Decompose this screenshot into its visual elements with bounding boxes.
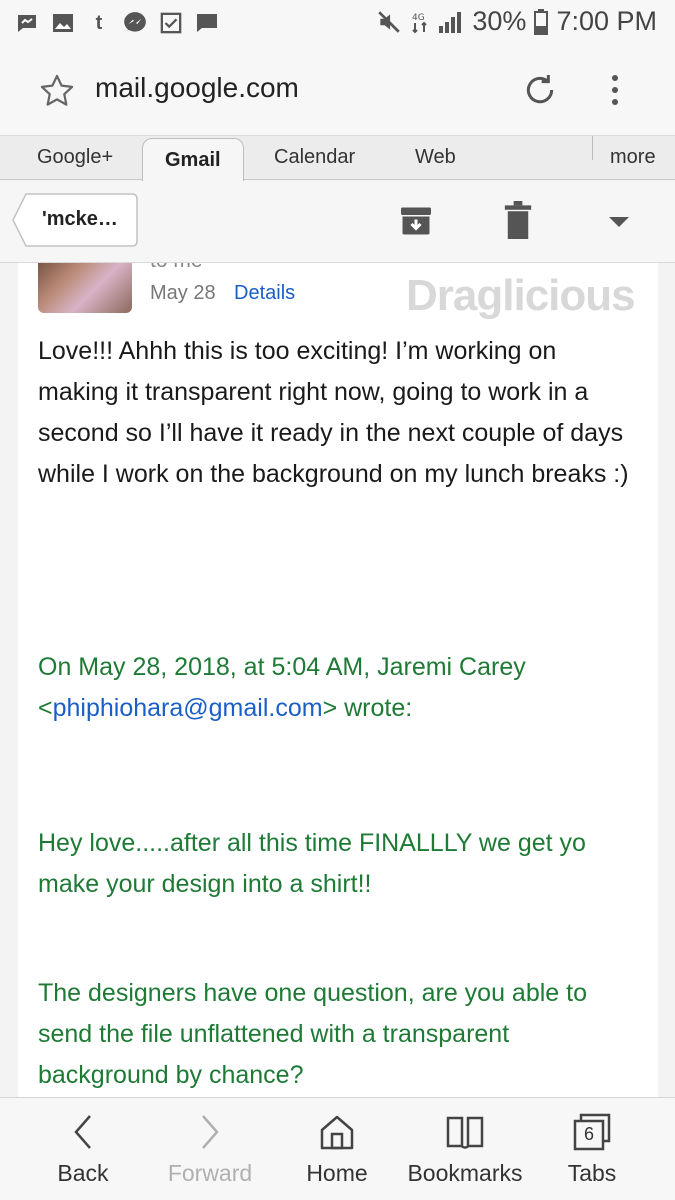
tabs-icon: 6 (572, 1112, 612, 1152)
quote-paragraph-2-line-1: The designers have one question, are you… (38, 979, 587, 1007)
nav-home-label: Home (306, 1160, 368, 1186)
details-link[interactable]: Details (234, 282, 295, 305)
url-field[interactable]: mail.google.com (95, 72, 299, 104)
checkbox-icon (158, 10, 184, 36)
nav-tabs-label: Tabs (567, 1160, 617, 1186)
quote-open-bracket: < (38, 694, 53, 722)
mute-icon (376, 9, 402, 35)
chat-icon (194, 10, 220, 36)
sender-avatar[interactable] (38, 263, 132, 313)
recipient-line: to me (150, 263, 203, 273)
quote-paragraph-1-line-2: make your design into a shirt!! (38, 870, 372, 898)
status-bar: t 4G 30% 7:00 PM (0, 0, 675, 48)
nav-back-label: Back (57, 1160, 109, 1186)
gallery-icon (50, 10, 76, 36)
nav-home-button[interactable]: Home (272, 1098, 402, 1200)
nav-bookmarks-button[interactable]: Bookmarks (400, 1098, 530, 1200)
data-icon: 4G (410, 9, 430, 35)
archive-icon[interactable] (398, 203, 434, 244)
message-date: May 28 (150, 282, 216, 304)
quote-paragraph-1-line-1: Hey love.....after all this time FINALLL… (38, 829, 586, 857)
tumblr-icon: t (95, 11, 103, 34)
nav-bookmarks-label: Bookmarks (407, 1160, 523, 1186)
tabs-count: 6 (583, 1124, 594, 1144)
quote-paragraph-2-line-2: send the file unflattened with a transpa… (38, 1020, 510, 1048)
back-to-inbox-button[interactable]: 'mcke… (12, 193, 138, 247)
quote-email-link[interactable]: phiphiohara@gmail.com (53, 694, 323, 722)
signal-icon (438, 10, 464, 34)
tab-gmail[interactable]: Gmail (142, 138, 244, 181)
nav-forward-label: Forward (167, 1160, 253, 1186)
tab-calendar[interactable]: Calendar (274, 146, 355, 169)
battery-percent: 30% (472, 6, 527, 36)
action-bar: 'mcke… (0, 181, 675, 263)
battery-icon (534, 8, 549, 35)
back-button-label: 'mcke… (42, 208, 118, 230)
svg-text:4G: 4G (412, 13, 425, 23)
quote-header: On May 28, 2018, at 5:04 AM, Jaremi Care… (38, 653, 526, 681)
tab-more[interactable]: more (610, 146, 656, 169)
tab-google-plus[interactable]: Google+ (37, 146, 113, 169)
gmail-tab-strip: Google+ Gmail Calendar Web more (0, 136, 675, 181)
messenger-icon (14, 10, 40, 36)
tab-divider (592, 136, 593, 160)
chevron-left-icon (68, 1112, 98, 1157)
nav-tabs-button[interactable]: 6 Tabs (527, 1098, 657, 1200)
home-icon (318, 1112, 356, 1157)
more-options-icon[interactable] (600, 72, 630, 113)
quote-sender-line: <phiphiohara@gmail.com> wrote: (38, 688, 648, 729)
delete-icon[interactable] (503, 201, 533, 244)
quote-paragraph-2-line-3: background by chance? (38, 1061, 304, 1089)
email-message: to me May 28 Details Draglicious Love!!!… (18, 263, 658, 1098)
tab-web[interactable]: Web (415, 146, 456, 169)
chevron-down-icon[interactable] (608, 215, 630, 233)
nav-back-button[interactable]: Back (18, 1098, 148, 1200)
quote-wrote: > wrote: (322, 694, 413, 722)
address-bar: mail.google.com (0, 48, 675, 136)
browser-bottom-nav: Back Forward Home Bookmarks 6 Tabs (0, 1097, 675, 1200)
clock: 7:00 PM (556, 6, 657, 36)
chevron-right-icon (195, 1112, 225, 1157)
reload-icon[interactable] (520, 70, 560, 115)
messenger-bubble-icon (122, 10, 148, 36)
bookmark-star-icon[interactable] (38, 72, 76, 115)
message-body: Love!!! Ahhh this is too exciting! I’m w… (38, 337, 629, 488)
bookmarks-book-icon (445, 1112, 485, 1157)
watermark-logo: Draglicious (406, 271, 636, 320)
nav-forward-button[interactable]: Forward (145, 1098, 275, 1200)
